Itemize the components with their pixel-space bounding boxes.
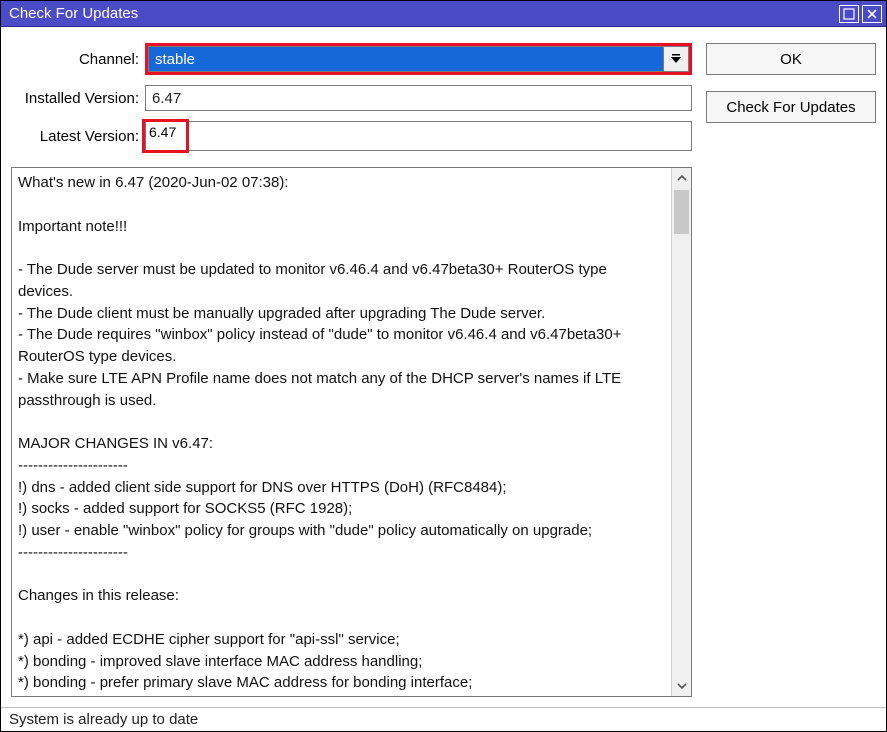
check-updates-button[interactable]: Check For Updates [706, 91, 876, 123]
close-button[interactable] [862, 5, 882, 23]
status-bar: System is already up to date [1, 707, 886, 731]
chevron-down-icon [677, 682, 687, 690]
channel-select[interactable]: stable [148, 46, 663, 72]
latest-row: Latest Version: 6.47 [11, 121, 692, 151]
latest-version-field: 6.47 [145, 121, 692, 151]
scrollbar[interactable] [671, 168, 691, 696]
minimize-button[interactable] [839, 5, 859, 23]
installed-label: Installed Version: [11, 90, 145, 107]
changelog-text[interactable]: What's new in 6.47 (2020-Jun-02 07:38): … [12, 168, 671, 696]
latest-version-highlight: 6.47 [142, 119, 189, 153]
scroll-down-button[interactable] [672, 676, 691, 696]
window-title: Check For Updates [9, 5, 836, 22]
scroll-thumb[interactable] [674, 190, 689, 234]
installed-row: Installed Version: 6.47 [11, 85, 692, 111]
latest-version-value: 6.47 [149, 124, 176, 140]
chevron-up-icon [677, 174, 687, 182]
channel-label: Channel: [11, 51, 145, 68]
scroll-up-button[interactable] [672, 168, 691, 188]
ok-button[interactable]: OK [706, 43, 876, 75]
channel-row: Channel: stable [11, 43, 692, 75]
status-text: System is already up to date [9, 711, 198, 728]
installed-version-field: 6.47 [145, 85, 692, 111]
titlebar: Check For Updates [1, 1, 886, 27]
channel-dropdown-button[interactable] [663, 46, 689, 72]
changelog-box: What's new in 6.47 (2020-Jun-02 07:38): … [11, 167, 692, 697]
chevron-down-icon [670, 54, 682, 64]
latest-label: Latest Version: [11, 128, 145, 145]
channel-highlight: stable [145, 43, 692, 75]
